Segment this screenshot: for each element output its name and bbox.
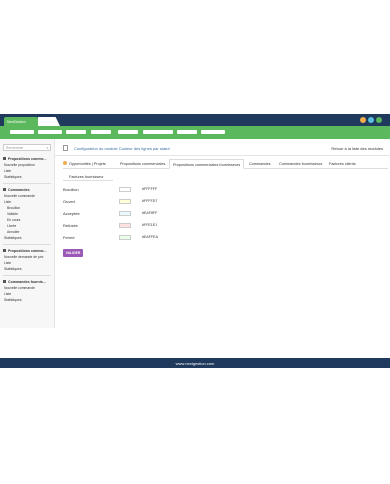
section-icon (3, 157, 6, 160)
menu-item-5[interactable] (118, 130, 138, 134)
section-icon (3, 249, 6, 252)
validate-button[interactable]: VALIDER (63, 249, 83, 257)
color-swatch[interactable] (119, 235, 131, 240)
sidebar-item-list[interactable]: Liste (4, 200, 11, 204)
page-title: Configuration du module Couleur des lign… (74, 146, 170, 151)
sidebar-subitem-draft[interactable]: Brouillon (7, 206, 20, 210)
status-label: Refusée (63, 223, 78, 228)
maximize-icon[interactable] (368, 117, 374, 123)
app-tab-secondary[interactable] (38, 117, 60, 126)
color-hex-value[interactable]: #EAFFEA (142, 235, 158, 239)
menu-item-2[interactable] (38, 130, 62, 134)
minimize-icon[interactable] (360, 117, 366, 123)
tab-row-1: Opportunités | Projets Propositions comm… (63, 159, 388, 169)
color-hex-value[interactable]: #EAF8FF (142, 211, 157, 215)
sidebar-search-input[interactable]: Rechercher ▾ (3, 144, 51, 151)
menu-item-4[interactable] (91, 130, 111, 134)
sidebar-subitem-delivered[interactable]: Livrée (7, 224, 16, 228)
sidebar-subitem-validated[interactable]: Validée (7, 212, 18, 216)
header-divider (55, 155, 390, 156)
menu-item-6[interactable] (143, 130, 173, 134)
sidebar-subitem-in-progress[interactable]: En cours (7, 218, 20, 222)
close-icon[interactable] (376, 117, 382, 123)
tab-customer-invoices[interactable]: Factures clients (329, 159, 356, 169)
sidebar-section-supplier-orders[interactable]: Commandes fournis... (3, 280, 46, 284)
module-icon (63, 145, 68, 151)
sidebar-divider (3, 183, 51, 184)
tab-row-2: Factures fournisseur (63, 172, 113, 181)
color-hex-value[interactable]: #FFFFD7 (142, 199, 157, 203)
menu-item-7[interactable] (177, 130, 197, 134)
sidebar-section-propositions[interactable]: Propositions comme... (3, 157, 47, 161)
sidebar-item-list[interactable]: Liste (4, 169, 11, 173)
menu-item-8[interactable] (201, 130, 225, 134)
sidebar-item-new-price-request[interactable]: Nouvelle demande de prix (4, 255, 43, 259)
sidebar-item-new-proposal[interactable]: Nouvelle proposition (4, 163, 35, 167)
app-tab-label: NextGestion (7, 120, 26, 124)
search-placeholder: Rechercher (6, 146, 24, 150)
color-hex-value[interactable]: #FFFFFF (142, 187, 157, 191)
tab-supplier-proposals[interactable]: Propositions commerciales fournisseurs (169, 159, 245, 169)
sidebar-divider (3, 275, 51, 276)
color-swatch[interactable] (119, 187, 131, 192)
color-swatch[interactable] (119, 199, 131, 204)
section-icon (3, 280, 6, 283)
window-controls (360, 117, 382, 123)
footer-link[interactable]: www.nextgestion.com (176, 361, 215, 366)
status-label: Acceptée (63, 211, 80, 216)
sidebar-item-stats[interactable]: Statistiques (4, 298, 22, 302)
status-label: Ouvert (63, 199, 76, 204)
sidebar-item-list[interactable]: Liste (4, 292, 11, 296)
tab-orders[interactable]: Commandes (249, 159, 271, 169)
sidebar-item-new-order[interactable]: Nouvelle commande (4, 286, 35, 290)
sidebar-item-stats[interactable]: Statistiques (4, 267, 22, 271)
sidebar-item-stats[interactable]: Statistiques (4, 236, 22, 240)
sidebar: Rechercher ▾ Propositions comme... Nouve… (0, 139, 55, 328)
sidebar-item-list[interactable]: Liste (4, 261, 11, 265)
main-menu-bar (0, 126, 390, 139)
app-tab[interactable]: NextGestion (4, 117, 38, 126)
color-swatch[interactable] (119, 211, 131, 216)
color-swatch[interactable] (119, 223, 131, 228)
tab-opportunities[interactable]: Opportunités | Projets (69, 159, 106, 169)
footer: www.nextgestion.com (0, 358, 390, 368)
sidebar-section-supplier-proposals[interactable]: Propositions comme... (3, 249, 47, 253)
menu-item-1[interactable] (10, 130, 34, 134)
status-dot-icon (63, 161, 67, 165)
sidebar-subitem-cancelled[interactable]: Annulée (7, 230, 19, 234)
back-to-modules-link[interactable]: Retour à la liste des modules (331, 146, 383, 151)
tab-supplier-invoices[interactable]: Factures fournisseur (69, 172, 104, 182)
main-content: Configuration du module Couleur des lign… (55, 139, 390, 328)
status-label: Brouillon (63, 187, 79, 192)
tab-supplier-orders[interactable]: Commandes fournisseurs (279, 159, 322, 169)
tab-commercial-proposals[interactable]: Propositions commerciales (120, 159, 165, 169)
chevron-down-icon[interactable]: ▾ (46, 146, 48, 150)
app-titlebar: NextGestion (0, 114, 390, 126)
sidebar-divider (3, 244, 51, 245)
sidebar-section-commandes[interactable]: Commandes (3, 188, 30, 192)
sidebar-item-stats[interactable]: Statistiques (4, 175, 22, 179)
color-hex-value[interactable]: #FFE1E1 (142, 223, 157, 227)
status-label: Fermé (63, 235, 75, 240)
sidebar-item-new-order[interactable]: Nouvelle commande (4, 194, 35, 198)
menu-item-3[interactable] (66, 130, 86, 134)
section-icon (3, 188, 6, 191)
